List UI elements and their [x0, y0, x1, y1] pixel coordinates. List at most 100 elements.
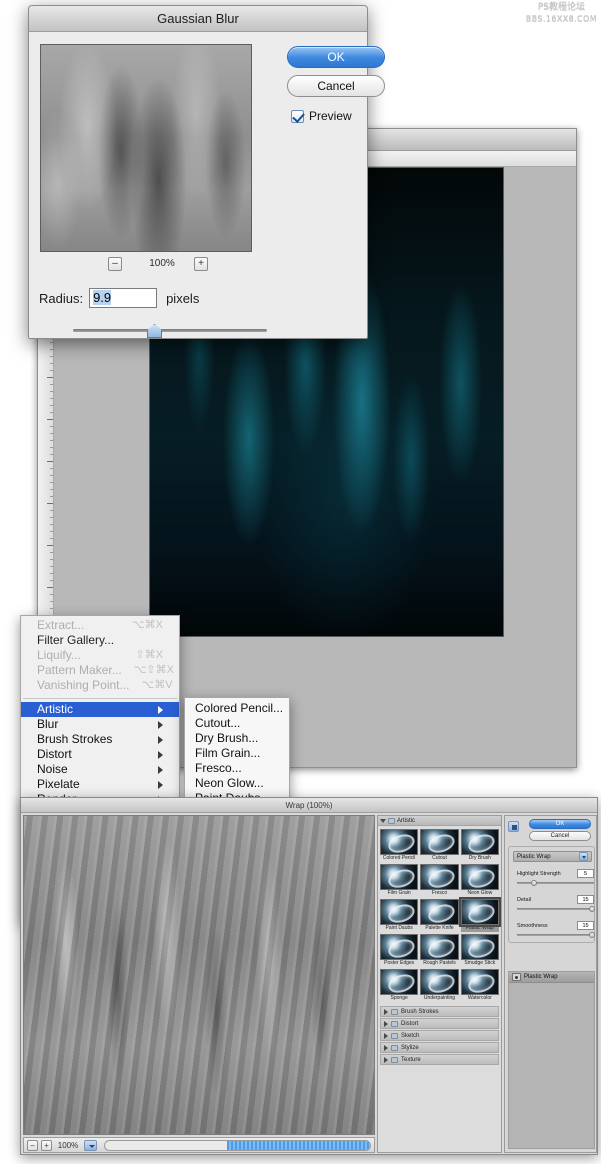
collapsed-category-distort[interactable]: Distort: [380, 1018, 499, 1029]
visibility-eye-icon[interactable]: [512, 973, 521, 981]
slider-value-field[interactable]: 15: [577, 895, 594, 904]
filter-gallery-preview[interactable]: [23, 815, 375, 1135]
zoom-out-button[interactable]: –: [108, 257, 122, 271]
effect-layers-panel[interactable]: Plastic Wrap: [508, 971, 595, 1149]
disclosure-triangle-icon[interactable]: [380, 818, 386, 823]
filter-thumbnail-film-grain[interactable]: Film Grain: [380, 864, 419, 897]
filter-thumbnail-cutout[interactable]: Cutout: [420, 829, 459, 862]
menu-item-filter-gallery[interactable]: Filter Gallery...: [21, 633, 179, 648]
zoom-in-button[interactable]: +: [194, 257, 208, 271]
disclosure-triangle-icon[interactable]: [384, 1008, 388, 1015]
filter-thumbnails-panel[interactable]: Artistic Colored Pencil Cutout Dry Brush Fi…: [377, 815, 502, 1153]
cancel-button[interactable]: Cancel: [287, 75, 385, 97]
filter-select[interactable]: Plastic Wrap: [513, 851, 592, 862]
filter-thumbnail-rough-pastels[interactable]: Rough Pastels: [420, 934, 459, 967]
filter-category-distort[interactable]: Distort: [21, 747, 179, 762]
artistic-item-dry-brush[interactable]: Dry Brush...: [185, 731, 289, 746]
effect-layer-row[interactable]: Plastic Wrap: [509, 972, 594, 983]
disclosure-triangle-icon[interactable]: [384, 1020, 388, 1027]
slider-smoothness[interactable]: Smoothness 15: [517, 921, 595, 938]
blur-preview-thumbnail[interactable]: [40, 44, 252, 252]
filter-thumbnail-image: [420, 934, 459, 960]
radius-slider[interactable]: [73, 324, 267, 338]
filter-thumbnail-label: Film Grain: [387, 890, 411, 896]
filter-thumbnail-plastic-wrap[interactable]: Plastic Wrap: [458, 897, 501, 932]
ruler-tick: [50, 356, 53, 357]
gallery-zoom-in-button[interactable]: +: [41, 1139, 52, 1151]
artistic-item-cutout[interactable]: Cutout...: [185, 716, 289, 731]
slider-thumb[interactable]: [588, 906, 595, 912]
artistic-item-neon-glow[interactable]: Neon Glow...: [185, 776, 289, 791]
slider-line: [517, 908, 594, 910]
gallery-zoom-out-button[interactable]: –: [27, 1139, 38, 1151]
filter-category-pixelate[interactable]: Pixelate: [21, 777, 179, 792]
ruler-tick: [50, 601, 53, 602]
filter-thumbnail-image: [380, 899, 419, 925]
slider-value-field[interactable]: 15: [577, 921, 594, 930]
ruler-tick: [50, 349, 53, 350]
slider-highlight-strength[interactable]: Highlight Strength 5: [517, 869, 594, 886]
menu-item-shortcut: ⌥⇧⌘X: [133, 664, 174, 676]
filter-thumbnail-smudge-stick[interactable]: Smudge Stick: [460, 934, 499, 967]
chevron-down-icon[interactable]: [579, 852, 588, 861]
gallery-ok-button[interactable]: OK: [529, 819, 591, 829]
collapsed-category-stylize[interactable]: Stylize: [380, 1042, 499, 1053]
gallery-zoom-popup-icon[interactable]: [84, 1139, 97, 1151]
ruler-tick: [47, 377, 53, 378]
preview-checkbox-row[interactable]: Preview: [291, 109, 352, 123]
collapse-panel-button[interactable]: [508, 821, 519, 832]
slider-track[interactable]: [517, 906, 595, 912]
filter-thumbnail-colored-pencil[interactable]: Colored Pencil: [380, 829, 419, 862]
radius-input[interactable]: 9.9: [89, 288, 158, 308]
ruler-tick: [50, 594, 53, 595]
folder-icon: [391, 1044, 398, 1051]
slider-track[interactable]: [517, 932, 595, 938]
gallery-cancel-button[interactable]: Cancel: [529, 831, 591, 841]
filter-thumbnail-watercolor[interactable]: Watercolor: [460, 969, 499, 1002]
filter-category-blur[interactable]: Blur: [21, 717, 179, 732]
preview-checkbox[interactable]: [291, 109, 304, 123]
disclosure-triangle-icon[interactable]: [384, 1044, 388, 1051]
menu-item-label: Filter Gallery...: [37, 633, 115, 647]
gaussian-blur-title-bar[interactable]: Gaussian Blur: [29, 6, 367, 32]
artistic-category-header[interactable]: Artistic: [378, 816, 501, 826]
gallery-progress-bar[interactable]: [104, 1139, 371, 1151]
filter-thumbnail-neon-glow[interactable]: Neon Glow: [460, 864, 499, 897]
ok-button[interactable]: OK: [287, 46, 385, 68]
filter-category-noise[interactable]: Noise: [21, 762, 179, 777]
filter-thumbnail-poster-edges[interactable]: Poster Edges: [380, 934, 419, 967]
filter-category-artistic[interactable]: Artistic: [21, 702, 179, 717]
slider-thumb[interactable]: [588, 932, 595, 938]
collapsed-category-sketch[interactable]: Sketch: [380, 1030, 499, 1041]
filter-thumbnail-dry-brush[interactable]: Dry Brush: [460, 829, 499, 862]
filter-thumbnail-label: Rough Pastels: [423, 960, 456, 966]
artistic-item-colored-pencil[interactable]: Colored Pencil...: [185, 701, 289, 716]
collapsed-category-texture[interactable]: Texture: [380, 1054, 499, 1065]
menu-item-liquify: Liquify... ⇧⌘X: [21, 648, 179, 663]
collapsed-category-brush-strokes[interactable]: Brush Strokes: [380, 1006, 499, 1017]
filter-gallery-title-bar[interactable]: Wrap (100%): [21, 798, 597, 813]
filter-thumbnail-sponge[interactable]: Sponge: [380, 969, 419, 1002]
filter-category-brush-strokes[interactable]: Brush Strokes: [21, 732, 179, 747]
slider-detail[interactable]: Detail 15: [517, 895, 595, 912]
zoom-level-label: 100%: [149, 258, 175, 269]
slider-label: Smoothness: [517, 922, 548, 929]
disclosure-triangle-icon[interactable]: [384, 1032, 388, 1039]
slider-thumb[interactable]: [530, 880, 537, 886]
filter-gallery-window[interactable]: Wrap (100%) – + 100% Artistic Colored Pe…: [20, 797, 598, 1155]
filter-thumbnail-paint-daubs[interactable]: Paint Daubs: [380, 899, 419, 932]
filter-thumbnail-palette-knife[interactable]: Palette Knife: [420, 899, 459, 932]
menu-item-label: Cutout...: [195, 716, 241, 730]
filter-thumbnail-fresco[interactable]: Fresco: [420, 864, 459, 897]
slider-value-field[interactable]: 5: [577, 869, 594, 878]
filter-thumbnail-underpainting[interactable]: Underpainting: [420, 969, 459, 1002]
slider-thumb[interactable]: [147, 324, 162, 338]
artistic-item-fresco[interactable]: Fresco...: [185, 761, 289, 776]
filter-options-panel[interactable]: OK Cancel Plastic Wrap Highlight Strengt…: [504, 815, 597, 1153]
filter-thumbnail-label: Plastic Wrap: [465, 925, 494, 931]
gaussian-blur-dialog[interactable]: Gaussian Blur – 100% + Radius: 9.9 pixel…: [28, 5, 385, 339]
slider-track[interactable]: [517, 880, 594, 886]
menu-item-pattern-maker: Pattern Maker... ⌥⇧⌘X: [21, 663, 179, 678]
disclosure-triangle-icon[interactable]: [384, 1056, 388, 1063]
artistic-item-film-grain[interactable]: Film Grain...: [185, 746, 289, 761]
